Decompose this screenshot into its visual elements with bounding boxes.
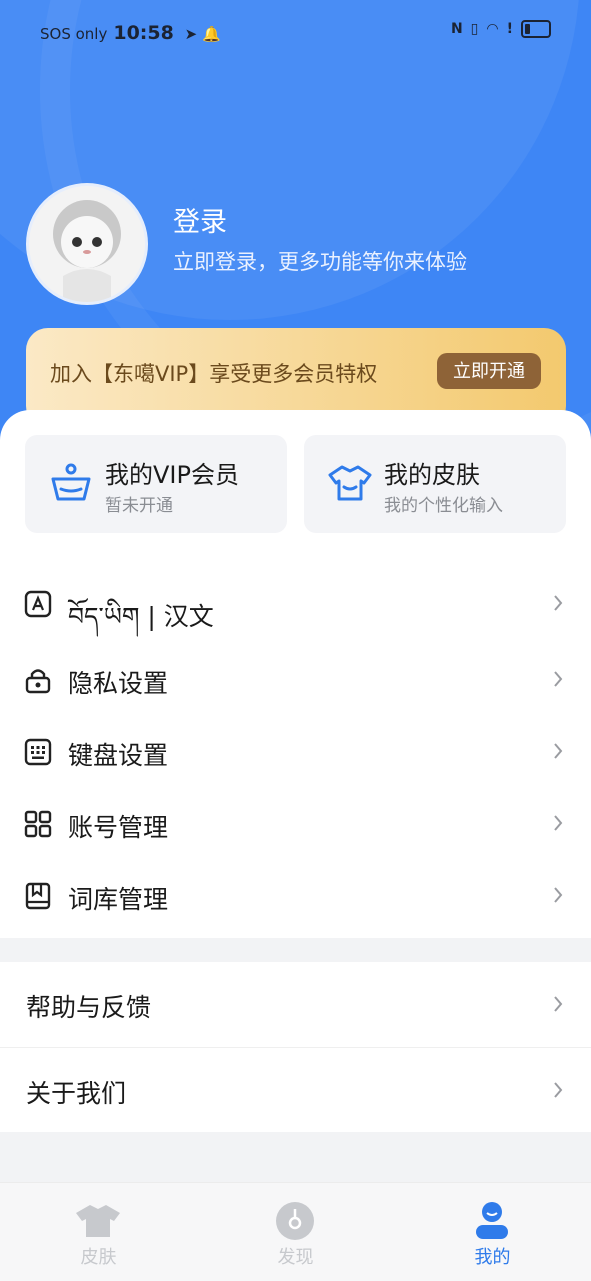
menu-item-dictionary[interactable]: 词库管理 [0,860,591,932]
telegram-icon: ➤ [184,25,198,43]
chevron-right-icon [554,595,563,611]
chevron-right-icon [554,996,563,1012]
menu-item-keyboard[interactable]: 键盘设置 [0,716,591,788]
nav-tab-mine[interactable]: 我的 [394,1183,591,1281]
wifi-icon: ◠ [486,21,499,37]
bell-icon: 🔔 [201,25,221,43]
section-divider [0,938,591,962]
vip-banner-text: 加入【东噶VIP】享受更多会员特权 [50,362,378,386]
menu-label-help: 帮助与反馈 [26,993,152,1022]
language-icon [24,590,52,618]
nav-label-discover: 发现 [277,1247,314,1268]
chevron-right-icon [554,815,563,831]
bottom-spacer [0,1132,591,1182]
shirt-icon [328,465,372,501]
lock-icon [25,669,51,694]
content-card: 我的VIP会员 暂未开通 我的皮肤 我的个性化输入 བོད་ཡིག | 汉文 隐… [0,410,591,1182]
login-subtitle: 立即登录，更多功能等你来体验 [173,250,467,274]
vip-open-button[interactable]: 立即开通 [437,353,541,389]
alert-icon: ! [506,21,513,37]
vip-member-title: 我的VIP会员 [105,461,239,489]
clock: 10:58 [113,22,174,44]
vip-member-card[interactable]: 我的VIP会员 暂未开通 [25,435,287,533]
nav-label-mine: 我的 [474,1247,511,1268]
chevron-right-icon [554,743,563,759]
nav-tab-skin[interactable]: 皮肤 [0,1183,197,1281]
nav-label-skin: 皮肤 [80,1247,117,1268]
skin-icon [76,1205,120,1237]
menu-label-dictionary: 词库管理 [68,885,169,914]
profile-icon [476,1202,508,1239]
vip-member-subtitle: 暂未开通 [105,496,173,516]
bottom-nav: 皮肤 发现 我的 [0,1182,591,1281]
menu-label-keyboard: 键盘设置 [68,741,169,770]
menu-item-account[interactable]: 账号管理 [0,788,591,860]
my-skin-subtitle: 我的个性化输入 [384,496,503,516]
basket-icon [51,463,91,501]
nav-tab-discover[interactable]: 发现 [197,1183,394,1281]
chevron-right-icon [554,887,563,903]
status-left: SOS only 10:58 ➤ 🔔 [40,22,221,44]
menu-item-help[interactable]: 帮助与反馈 [0,962,591,1046]
nfc-icon: N [450,21,463,37]
menu-label-account: 账号管理 [68,813,169,842]
menu-item-about[interactable]: 关于我们 [0,1048,591,1132]
vibrate-icon: ▯ [470,21,479,37]
menu-label-about: 关于我们 [26,1079,127,1108]
book-icon [25,882,51,910]
chevron-right-icon [554,671,563,687]
grid-icon [24,810,52,838]
my-skin-title: 我的皮肤 [384,461,480,489]
my-skin-card[interactable]: 我的皮肤 我的个性化输入 [304,435,566,533]
keyboard-icon [24,738,52,766]
menu-item-language[interactable]: བོད་ཡིག | 汉文 [0,568,591,640]
menu-label-privacy: 隐私设置 [68,669,169,698]
mascot-icon [53,200,121,302]
menu-item-privacy[interactable]: 隐私设置 [0,644,591,716]
status-right: N ▯ ◠ ! [451,20,551,38]
battery-icon [521,20,551,38]
avatar[interactable] [26,183,148,305]
status-bar: SOS only 10:58 ➤ 🔔 N ▯ ◠ ! [0,18,591,50]
carrier-label: SOS only [40,25,108,43]
discover-icon [276,1202,314,1240]
header: SOS only 10:58 ➤ 🔔 N ▯ ◠ ! 登录 立即登录，更多功能等你… [0,0,591,470]
chevron-right-icon [554,1082,563,1098]
login-title[interactable]: 登录 [173,200,227,239]
